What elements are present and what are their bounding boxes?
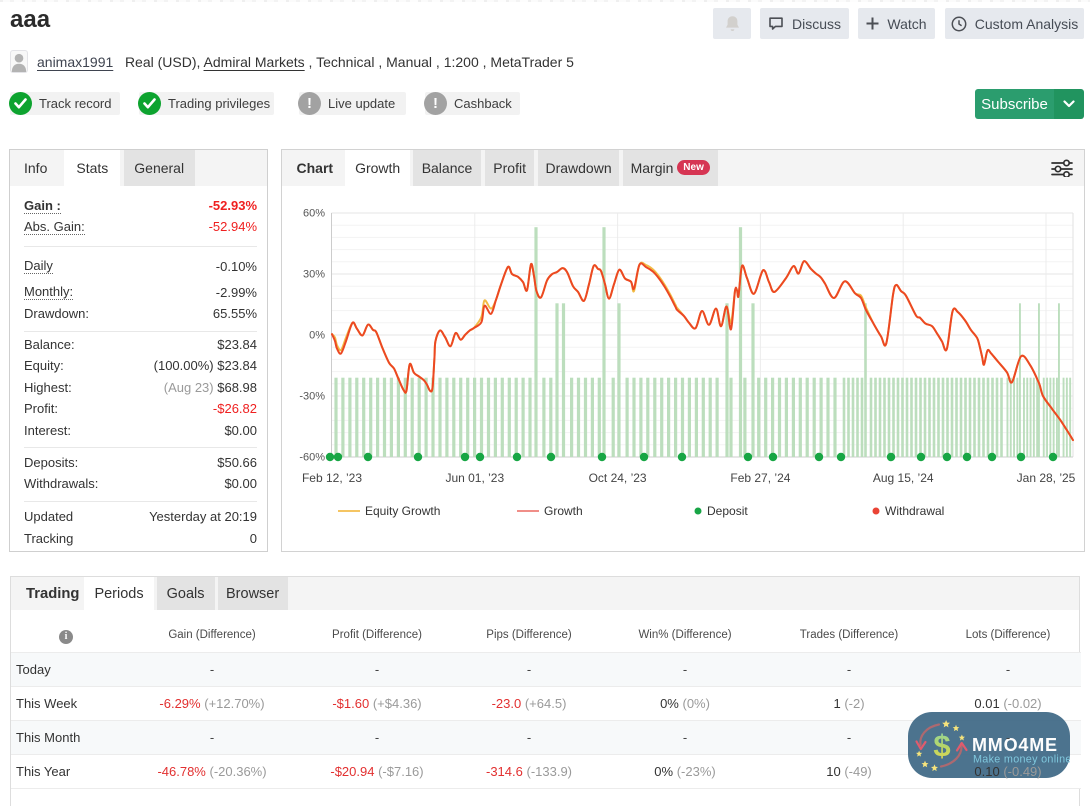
- svg-text:MMO4ME: MMO4ME: [972, 735, 1058, 755]
- svg-text:30%: 30%: [303, 268, 325, 280]
- svg-text:-60%: -60%: [299, 451, 325, 463]
- svg-text:Feb 12, ’23: Feb 12, ’23: [302, 471, 362, 485]
- svg-text:-30%: -30%: [299, 390, 325, 402]
- svg-text:60%: 60%: [303, 207, 325, 219]
- svg-text:0%: 0%: [309, 329, 325, 341]
- svg-text:Feb 27, ’24: Feb 27, ’24: [730, 471, 790, 485]
- svg-text:Oct 24, ’23: Oct 24, ’23: [589, 471, 647, 485]
- svg-text:Jun 01, ’23: Jun 01, ’23: [445, 471, 504, 485]
- svg-text:Growth: Growth: [544, 504, 583, 518]
- svg-text:Aug 15, ’24: Aug 15, ’24: [873, 471, 934, 485]
- svg-text:Deposit: Deposit: [707, 504, 748, 518]
- svg-text:Jan 28, ’25: Jan 28, ’25: [1017, 471, 1076, 485]
- svg-text:$: $: [933, 728, 950, 763]
- svg-text:Equity Growth: Equity Growth: [365, 504, 440, 518]
- svg-text:Withdrawal: Withdrawal: [885, 504, 944, 518]
